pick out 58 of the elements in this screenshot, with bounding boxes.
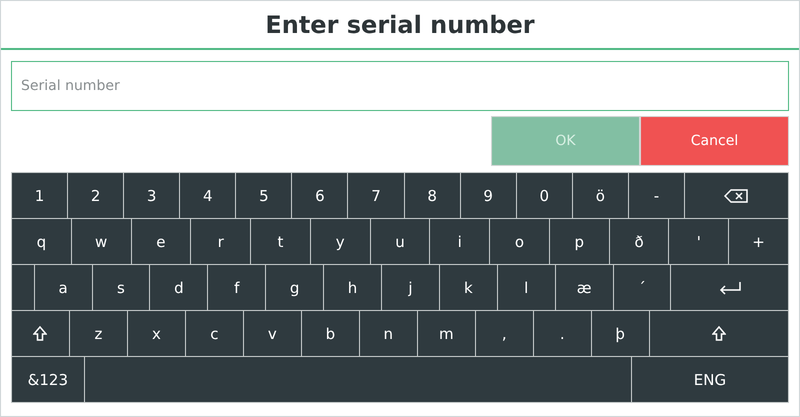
key[interactable]: b (302, 311, 359, 356)
key[interactable]: p (550, 219, 609, 264)
language-key[interactable]: ENG (632, 357, 788, 402)
key[interactable]: k (440, 265, 497, 310)
key[interactable]: 8 (404, 173, 460, 218)
key[interactable]: , (476, 311, 533, 356)
key[interactable]: þ (592, 311, 649, 356)
key[interactable]: e (132, 219, 190, 264)
key[interactable]: - (628, 173, 684, 218)
space-key[interactable] (84, 357, 631, 402)
key[interactable]: j (382, 265, 439, 310)
key[interactable]: g (266, 265, 324, 310)
key[interactable]: v (244, 311, 301, 356)
key[interactable]: 9 (460, 173, 516, 218)
key[interactable]: 7 (348, 173, 404, 218)
key[interactable]: m (418, 311, 475, 356)
key[interactable]: r (191, 219, 250, 264)
dialog-title: Enter serial number (265, 10, 535, 38)
key[interactable]: c (186, 311, 243, 356)
key[interactable]: 4 (180, 173, 236, 218)
shift-icon (33, 326, 48, 342)
shift-icon (712, 326, 726, 342)
key[interactable]: w (72, 219, 131, 264)
key[interactable]: l (498, 265, 555, 310)
key[interactable]: o (490, 219, 549, 264)
symbols-key[interactable]: &123 (12, 357, 84, 402)
key[interactable]: 5 (236, 173, 292, 218)
key[interactable]: u (370, 219, 430, 264)
key[interactable]: ' (669, 219, 728, 264)
enter-key[interactable] (671, 265, 788, 310)
key[interactable]: z (70, 311, 127, 356)
key[interactable]: 3 (124, 173, 180, 218)
key[interactable]: d (150, 265, 208, 310)
key[interactable]: q (12, 219, 71, 264)
key[interactable]: æ (556, 265, 613, 310)
key[interactable]: 6 (292, 173, 348, 218)
key[interactable]: + (729, 219, 788, 264)
key[interactable]: 2 (68, 173, 124, 218)
key[interactable]: 1 (12, 173, 68, 218)
key[interactable]: y (310, 219, 370, 264)
key[interactable]: a (34, 265, 92, 310)
key[interactable]: 0 (516, 173, 572, 218)
key[interactable]: ö (572, 173, 628, 218)
key[interactable]: f (208, 265, 266, 310)
shift-key[interactable] (12, 311, 69, 356)
backspace-key[interactable] (684, 173, 788, 218)
key[interactable]: ð (610, 219, 668, 264)
key[interactable]: h (324, 265, 381, 310)
key[interactable]: x (128, 311, 185, 356)
backspace-icon (724, 188, 748, 202)
key[interactable]: n (360, 311, 417, 356)
key[interactable]: . (534, 311, 591, 356)
key[interactable]: t (251, 219, 310, 264)
enter-icon (718, 280, 741, 294)
key[interactable]: ´ (614, 265, 670, 310)
serial-number-field[interactable]: Serial number (11, 61, 789, 111)
key[interactable]: s (92, 265, 150, 310)
key[interactable]: i (430, 219, 490, 264)
